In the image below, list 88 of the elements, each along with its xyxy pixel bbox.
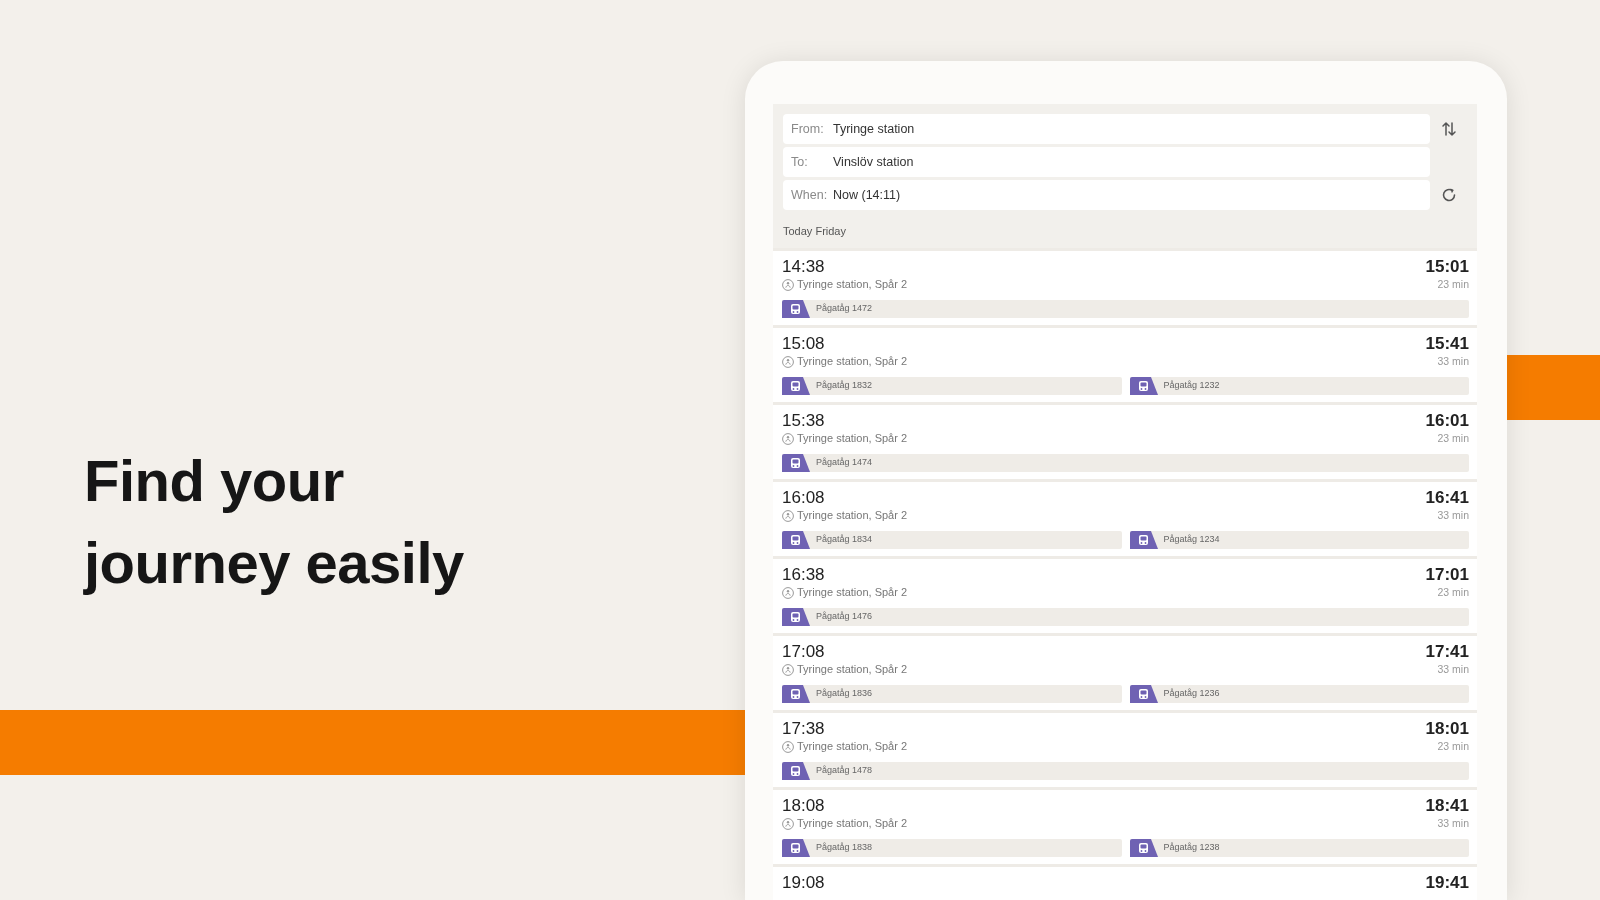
text-input[interactable]: Tyringe station <box>833 120 1422 138</box>
train-tag-icon <box>782 608 810 626</box>
journey-card[interactable]: 16:38 17:01 Tyringe station, Spår 2 23 min Pågatåg 1476 <box>773 559 1477 633</box>
circle-person-icon <box>782 740 794 753</box>
date-heading: Today Friday <box>783 224 847 239</box>
arrival-time: 19:41 <box>1425 873 1469 893</box>
duration-label: 23 min <box>1437 739 1469 754</box>
swap-arrows-icon[interactable] <box>1440 121 1457 137</box>
arrival-time: 15:41 <box>1425 334 1469 354</box>
departure-time: 16:38 <box>782 565 825 585</box>
circle-person-icon <box>782 432 794 445</box>
stop-label: Tyringe station, Spår 2 <box>797 431 908 446</box>
journey-card[interactable]: 19:08 19:41 <box>773 867 1477 900</box>
train-label: Pågatåg 1232 <box>1163 379 1220 393</box>
stop-label: Tyringe station, Spår 2 <box>797 662 908 677</box>
arrival-time: 18:01 <box>1425 719 1469 739</box>
text-input[interactable]: Vinslöv station <box>833 153 1422 171</box>
train-label: Pågatåg 1472 <box>816 302 873 316</box>
stop-label: Tyringe station, Spår 2 <box>797 508 908 523</box>
duration-label: 23 min <box>1437 431 1469 446</box>
train-label: Pågatåg 1834 <box>816 533 873 547</box>
field-label: When: <box>791 186 829 204</box>
field-label: To: <box>791 153 809 171</box>
refresh-icon[interactable] <box>1440 187 1457 203</box>
arrival-time: 16:01 <box>1425 411 1469 431</box>
circle-person-icon <box>782 278 794 291</box>
train-tag-icon <box>782 300 810 318</box>
duration-label: 23 min <box>1437 277 1469 292</box>
train-label: Pågatåg 1236 <box>1163 687 1220 701</box>
journey-card[interactable]: 14:38 15:01 Tyringe station, Spår 2 23 min Pågatåg 1472 <box>773 251 1477 325</box>
journey-card[interactable]: 18:08 18:41 Tyringe station, Spår 2 33 min Pågatåg 1838 Pågatåg 1238 <box>773 790 1477 864</box>
departure-time: 15:08 <box>782 334 825 354</box>
train-tag-icon <box>1129 839 1158 857</box>
circle-person-icon <box>782 663 794 676</box>
train-label: Pågatåg 1478 <box>816 764 873 778</box>
train-tag-icon <box>782 377 810 395</box>
train-label: Pågatåg 1238 <box>1163 841 1220 855</box>
journey-card[interactable]: 17:38 18:01 Tyringe station, Spår 2 23 min Pågatåg 1478 <box>773 713 1477 787</box>
arrival-time: 18:41 <box>1425 796 1469 816</box>
train-label: Pågatåg 1476 <box>816 610 873 624</box>
departure-time: 19:08 <box>782 873 825 893</box>
train-tag-icon <box>782 531 810 549</box>
arrival-time: 16:41 <box>1425 488 1469 508</box>
departure-time: 16:08 <box>782 488 825 508</box>
journey-card[interactable]: 17:08 17:41 Tyringe station, Spår 2 33 min Pågatåg 1836 Pågatåg 1236 <box>773 636 1477 710</box>
duration-label: 33 min <box>1437 508 1469 523</box>
train-label: Pågatåg 1832 <box>816 379 873 393</box>
departure-time: 17:38 <box>782 719 825 739</box>
search-field[interactable]: When: Now (14:11) <box>783 180 1430 210</box>
train-tag-icon <box>782 762 810 780</box>
circle-person-icon <box>782 817 794 830</box>
duration-label: 23 min <box>1437 585 1469 600</box>
departure-time: 18:08 <box>782 796 825 816</box>
train-tag-icon <box>1129 685 1158 703</box>
circle-person-icon <box>782 586 794 599</box>
stop-label: Tyringe station, Spår 2 <box>797 585 908 600</box>
train-tag-icon <box>1129 377 1158 395</box>
train-tag-icon <box>782 454 810 472</box>
stop-label: Tyringe station, Spår 2 <box>797 354 908 369</box>
text-input[interactable]: Now (14:11) <box>833 186 1422 204</box>
journey-card[interactable]: 15:08 15:41 Tyringe station, Spår 2 33 min Pågatåg 1832 Pågatåg 1232 <box>773 328 1477 402</box>
stop-label: Tyringe station, Spår 2 <box>797 277 908 292</box>
train-label: Pågatåg 1474 <box>816 456 873 470</box>
duration-label: 33 min <box>1437 662 1469 677</box>
departure-time: 14:38 <box>782 257 825 277</box>
train-label: Pågatåg 1234 <box>1163 533 1220 547</box>
train-label: Pågatåg 1836 <box>816 687 873 701</box>
train-tag-icon <box>782 839 810 857</box>
departure-time: 15:38 <box>782 411 825 431</box>
train-tag-icon <box>782 685 810 703</box>
duration-label: 33 min <box>1437 354 1469 369</box>
arrival-time: 15:01 <box>1425 257 1469 277</box>
circle-person-icon <box>782 509 794 522</box>
train-tag-icon <box>1129 531 1158 549</box>
stop-label: Tyringe station, Spår 2 <box>797 816 908 831</box>
journey-card[interactable]: 16:08 16:41 Tyringe station, Spår 2 33 min Pågatåg 1834 Pågatåg 1234 <box>773 482 1477 556</box>
duration-label: 33 min <box>1437 816 1469 831</box>
circle-person-icon <box>782 355 794 368</box>
departure-time: 17:08 <box>782 642 825 662</box>
search-field[interactable]: To: Vinslöv station <box>783 147 1430 177</box>
search-field[interactable]: From: Tyringe station <box>783 114 1430 144</box>
headline: Find your journey easily <box>84 447 465 597</box>
stop-label: Tyringe station, Spår 2 <box>797 739 908 754</box>
train-label: Pågatåg 1838 <box>816 841 873 855</box>
arrival-time: 17:01 <box>1425 565 1469 585</box>
journey-card[interactable]: 15:38 16:01 Tyringe station, Spår 2 23 min Pågatåg 1474 <box>773 405 1477 479</box>
arrival-time: 17:41 <box>1425 642 1469 662</box>
field-label: From: <box>791 120 825 138</box>
